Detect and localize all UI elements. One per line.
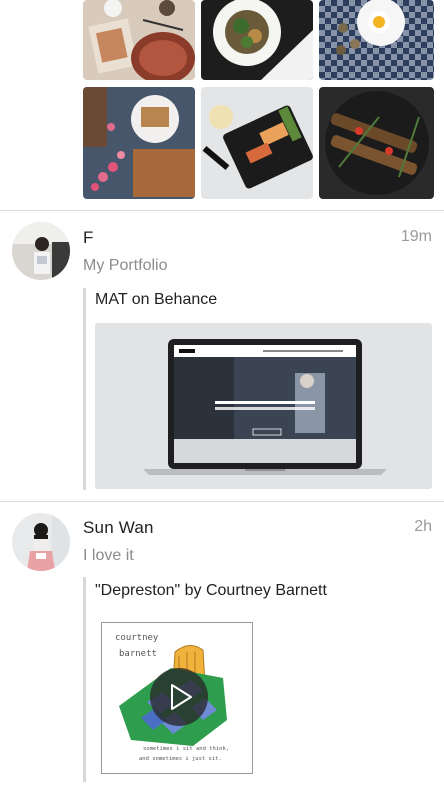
album-tagline-line-1: sometimes i sit and think,: [143, 746, 229, 752]
feed-divider: [0, 501, 444, 502]
avatar[interactable]: [12, 222, 70, 280]
post-time: 19m: [400, 228, 432, 245]
link-title[interactable]: "Depreston" by Courtney Barnett: [95, 582, 327, 600]
play-icon: [171, 684, 192, 710]
feed-divider: [0, 210, 444, 211]
photo-skewers-pan[interactable]: [319, 87, 434, 199]
quote-bar: [83, 577, 86, 782]
photo-plated-dish[interactable]: [201, 0, 313, 80]
photo-egg-checkered[interactable]: [319, 0, 434, 80]
photo-breakfast-table[interactable]: [83, 0, 195, 80]
post-time: 2h: [414, 518, 432, 535]
album-tagline-line-2: and sometimes i just sit.: [139, 756, 222, 762]
photo-salmon-tray[interactable]: [201, 87, 313, 199]
link-title[interactable]: MAT on Behance: [95, 291, 217, 309]
album-artist-line-2: barnett: [119, 649, 157, 659]
post-text: I love it: [83, 547, 134, 564]
link-preview-image[interactable]: [95, 323, 432, 489]
post-author[interactable]: Sun Wan: [83, 518, 154, 538]
photo-grid: [83, 0, 434, 202]
play-button[interactable]: [150, 668, 208, 726]
avatar[interactable]: [12, 513, 70, 571]
post-author[interactable]: F: [83, 228, 94, 248]
quote-bar: [83, 288, 86, 490]
post-text: My Portfolio: [83, 257, 168, 274]
album-artist-line-1: courtney: [115, 633, 159, 643]
photo-tart-berries[interactable]: [83, 87, 195, 199]
laptop-icon: [95, 323, 432, 489]
